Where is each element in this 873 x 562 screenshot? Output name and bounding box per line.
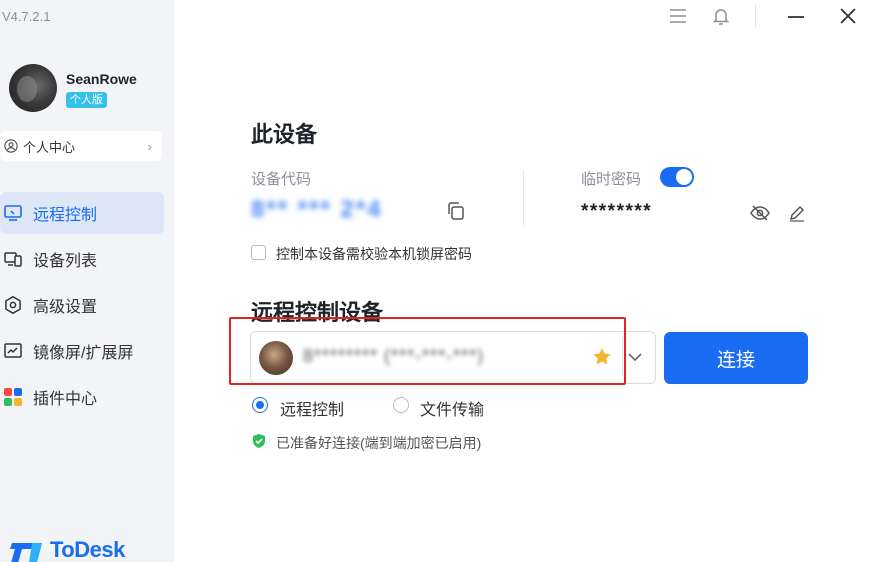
sidebar-item-label: 远程控制 — [33, 207, 98, 224]
avatar[interactable] — [9, 64, 57, 112]
lock-screen-checkbox[interactable] — [251, 245, 266, 260]
brand-name: ToDesk — [50, 537, 125, 562]
close-icon[interactable] — [836, 4, 860, 28]
shield-check-icon — [253, 434, 265, 448]
section-divider — [523, 170, 524, 226]
device-code-label: 设备代码 — [251, 171, 312, 188]
sidebar-item-plugin-center[interactable]: 插件中心 — [0, 376, 164, 418]
temp-password-toggle[interactable] — [660, 167, 694, 187]
bell-icon[interactable] — [709, 4, 733, 28]
profile-center-label: 个人中心 — [23, 139, 76, 155]
monitor-icon — [2, 202, 24, 224]
todesk-logo-icon — [10, 543, 42, 562]
user-circle-icon — [4, 139, 18, 153]
connect-button[interactable]: 连接 — [664, 332, 808, 384]
todesk-logo: ToDesk — [10, 537, 125, 562]
sidebar-item-label: 镜像屏/扩展屏 — [33, 345, 134, 362]
minimize-icon[interactable] — [784, 4, 808, 28]
highlight-box — [229, 317, 626, 385]
chevron-down-icon[interactable] — [624, 346, 646, 368]
connection-status: 已准备好连接(端到端加密已启用) — [276, 435, 482, 451]
profile-center-link[interactable]: 个人中心 › — [0, 131, 162, 161]
mode-file-transfer-radio[interactable] — [393, 397, 409, 413]
mode-remote-control-radio[interactable] — [252, 397, 268, 413]
chevron-right-icon: › — [147, 138, 152, 154]
menu-icon[interactable] — [666, 4, 690, 28]
lock-screen-checkbox-label: 控制本设备需校验本机锁屏密码 — [276, 246, 472, 262]
eye-off-icon[interactable] — [749, 203, 771, 223]
this-device-heading: 此设备 — [251, 122, 318, 147]
device-code-value: 8** *** 2*4 — [251, 196, 383, 223]
mirror-screen-icon — [2, 340, 24, 362]
sidebar-item-remote-control[interactable]: 远程控制 — [0, 192, 164, 234]
gear-icon — [2, 294, 24, 316]
temp-password-value: ******** — [581, 201, 653, 222]
username: SeanRowe — [66, 71, 137, 87]
version-label: V4.7.2.1 — [2, 9, 51, 24]
copy-icon[interactable] — [445, 200, 467, 222]
devices-icon — [2, 248, 24, 270]
sidebar-item-label: 设备列表 — [33, 253, 98, 270]
mode-remote-control-label[interactable]: 远程控制 — [280, 396, 344, 420]
titlebar-divider — [755, 4, 756, 28]
sidebar-item-label: 插件中心 — [33, 391, 98, 408]
mode-file-transfer-label[interactable]: 文件传输 — [420, 396, 484, 420]
sidebar-item-label: 高级设置 — [33, 299, 98, 316]
sidebar: V4.7.2.1 SeanRowe 个人版 个人中心 › 远程控制 设备列表 高… — [0, 0, 174, 562]
sidebar-item-mirror-screen[interactable]: 镜像屏/扩展屏 — [0, 330, 164, 372]
plugins-icon — [2, 386, 24, 408]
temp-password-label: 临时密码 — [581, 171, 642, 188]
edit-icon[interactable] — [787, 203, 807, 223]
sidebar-item-advanced-settings[interactable]: 高级设置 — [0, 284, 164, 326]
edition-badge: 个人版 — [66, 92, 107, 108]
sidebar-item-device-list[interactable]: 设备列表 — [0, 238, 164, 280]
